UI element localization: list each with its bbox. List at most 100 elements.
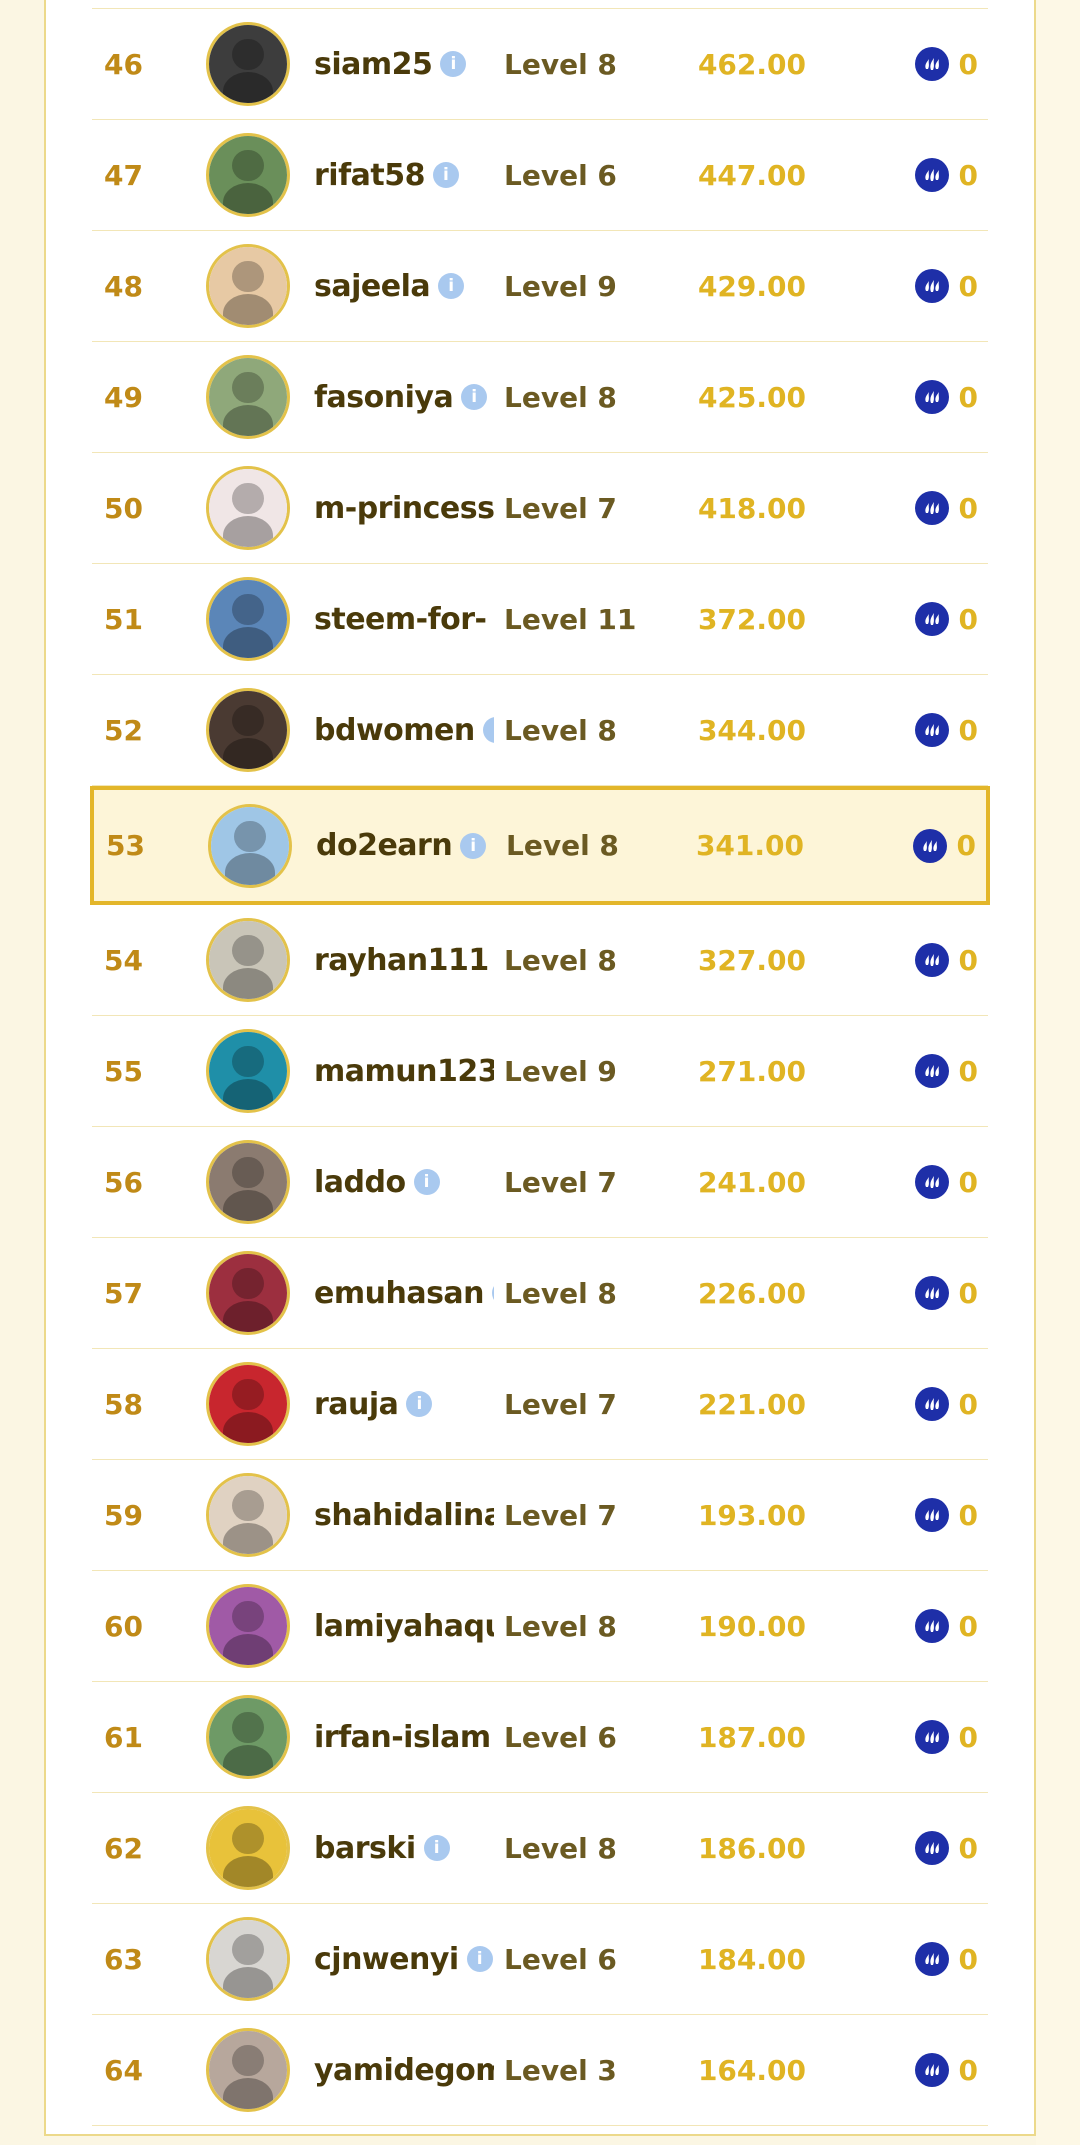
info-icon[interactable]: i <box>440 51 467 77</box>
leaderboard-row[interactable]: 58 rauja i Level 7 221.00 0 <box>92 1349 988 1460</box>
avatar[interactable] <box>206 1029 290 1113</box>
steem-icon <box>914 713 949 747</box>
leaderboard-row[interactable]: 56 laddo i Level 7 241.00 0 <box>92 1127 988 1238</box>
info-icon[interactable]: i <box>460 832 487 859</box>
leaderboard-row[interactable]: 55 mamun1234i Level 9 271.00 0 <box>92 1016 988 1127</box>
info-icon[interactable]: i <box>466 1946 493 1972</box>
score-value: 462.00 <box>697 47 806 81</box>
avatar[interactable] <box>206 1584 290 1668</box>
info-icon[interactable]: i <box>461 384 488 410</box>
avatar-body-shape <box>223 515 273 547</box>
leaderboard-row-current-user[interactable]: 53 do2earn i Level 8 341.00 0 <box>90 786 990 905</box>
score-value: 193.00 <box>697 1498 806 1532</box>
username-cell: do2earn i <box>316 790 496 901</box>
avatar-body-shape <box>225 853 275 885</box>
username-link[interactable]: m-princess <box>314 491 494 526</box>
reward-cell: 0 <box>914 905 978 1015</box>
info-icon[interactable]: i <box>432 162 459 188</box>
username-link[interactable]: shahidalina <box>314 1498 494 1533</box>
avatar[interactable] <box>206 1140 290 1224</box>
reward-cell: 0 <box>914 9 978 119</box>
leaderboard-row[interactable]: 49 fasoniya i Level 8 425.00 0 <box>92 342 988 453</box>
username-link[interactable]: sajeela <box>314 269 431 304</box>
score-value: 429.00 <box>697 269 806 303</box>
score-value: 184.00 <box>697 1942 806 1976</box>
avatar[interactable] <box>206 1362 290 1446</box>
username-link[interactable]: mamun1234 <box>314 1054 494 1089</box>
steem-icon <box>914 491 949 525</box>
avatar[interactable] <box>206 466 290 550</box>
avatar-body-shape <box>223 182 273 214</box>
avatar[interactable] <box>206 1251 290 1335</box>
avatar-head-shape <box>232 1934 264 1966</box>
leaderboard-row[interactable]: 61 irfan-islami Level 6 187.00 0 <box>92 1682 988 1793</box>
score-value: 190.00 <box>697 1609 806 1643</box>
reward-value: 0 <box>958 1276 978 1310</box>
username-link[interactable]: rifat58 <box>314 158 425 193</box>
user-level: Level 8 <box>506 829 619 862</box>
avatar[interactable] <box>206 1917 290 2001</box>
username-link[interactable]: rayhan111 <box>314 943 489 978</box>
username-link[interactable]: laddo <box>314 1165 406 1200</box>
info-icon[interactable]: i <box>492 1280 494 1306</box>
username-link[interactable]: irfan-islam <box>314 1720 491 1755</box>
info-icon[interactable]: i <box>482 717 494 743</box>
info-icon[interactable]: i <box>438 273 465 299</box>
username-link[interactable]: bdwomen <box>314 713 475 748</box>
username-link[interactable]: steem-for- <box>314 602 487 637</box>
reward-value: 0 <box>958 491 978 525</box>
avatar[interactable] <box>206 355 290 439</box>
leaderboard-row[interactable]: 57 emuhasan i Level 8 226.00 0 <box>92 1238 988 1349</box>
username-link[interactable]: yamidegom <box>314 2053 494 2088</box>
leaderboard-row[interactable]: 59 shahidalinai Level 7 193.00 0 <box>92 1460 988 1571</box>
username-link[interactable]: emuhasan <box>314 1276 485 1311</box>
avatar[interactable] <box>206 918 290 1002</box>
leaderboard-row[interactable]: 47 rifat58 i Level 6 447.00 0 <box>92 120 988 231</box>
avatar[interactable] <box>206 244 290 328</box>
leaderboard-row[interactable]: 51 steem-for-i Level 11 372.00 0 <box>92 564 988 675</box>
avatar[interactable] <box>206 1806 290 1890</box>
avatar-body-shape <box>223 1411 273 1443</box>
avatar-body-shape <box>223 293 273 325</box>
username-link[interactable]: cjnwenyi <box>314 1942 459 1977</box>
leaderboard-row[interactable]: 46 siam25 i Level 8 462.00 0 <box>92 9 988 120</box>
leaderboard-row[interactable]: 63 cjnwenyi i Level 6 184.00 0 <box>92 1904 988 2015</box>
avatar[interactable] <box>208 803 292 888</box>
username-link[interactable]: siam25 <box>314 47 433 82</box>
avatar[interactable] <box>206 1695 290 1779</box>
leaderboard-row[interactable]: 52 bdwomen i Level 8 344.00 0 <box>92 675 988 786</box>
avatar-body-shape <box>223 1522 273 1554</box>
info-icon[interactable]: i <box>406 1391 433 1417</box>
reward-value: 0 <box>958 1165 978 1199</box>
avatar-head-shape <box>232 483 264 515</box>
info-icon[interactable]: i <box>413 1169 440 1195</box>
reward-cell: 0 <box>914 231 978 341</box>
leaderboard-row[interactable]: 50 m-princessi Level 7 418.00 0 <box>92 453 988 564</box>
username-cell: shahidalinai <box>314 1460 494 1570</box>
username-link[interactable]: do2earn <box>316 828 453 863</box>
leaderboard-row[interactable]: 60 lamiyahaquei Level 8 190.00 0 <box>92 1571 988 1682</box>
username-link[interactable]: barski <box>314 1831 416 1866</box>
leaderboard-row[interactable]: 64 yamidegomi Level 3 164.00 0 <box>92 2015 988 2126</box>
avatar[interactable] <box>206 688 290 772</box>
leaderboard-row[interactable]: 54 rayhan111i Level 8 327.00 0 <box>92 905 988 1016</box>
username-link[interactable]: rauja <box>314 1387 399 1422</box>
leaderboard-row[interactable]: 48 sajeela i Level 9 429.00 0 <box>92 231 988 342</box>
reward-value: 0 <box>958 943 978 977</box>
avatar-head-shape <box>232 1046 264 1078</box>
avatar[interactable] <box>206 22 290 106</box>
avatar[interactable] <box>206 133 290 217</box>
reward-value: 0 <box>958 1054 978 1088</box>
avatar[interactable] <box>206 577 290 661</box>
score-value: 425.00 <box>697 380 806 414</box>
username-link[interactable]: lamiyahaque <box>314 1609 494 1644</box>
reward-value: 0 <box>958 1498 978 1532</box>
avatar-head-shape <box>232 372 264 404</box>
reward-cell: 0 <box>914 1904 978 2014</box>
avatar[interactable] <box>206 1473 290 1557</box>
steem-icon <box>914 1054 949 1088</box>
leaderboard-row[interactable]: 62 barski i Level 8 186.00 0 <box>92 1793 988 1904</box>
username-link[interactable]: fasoniya <box>314 380 454 415</box>
info-icon[interactable]: i <box>423 1835 450 1861</box>
avatar[interactable] <box>206 2028 290 2112</box>
